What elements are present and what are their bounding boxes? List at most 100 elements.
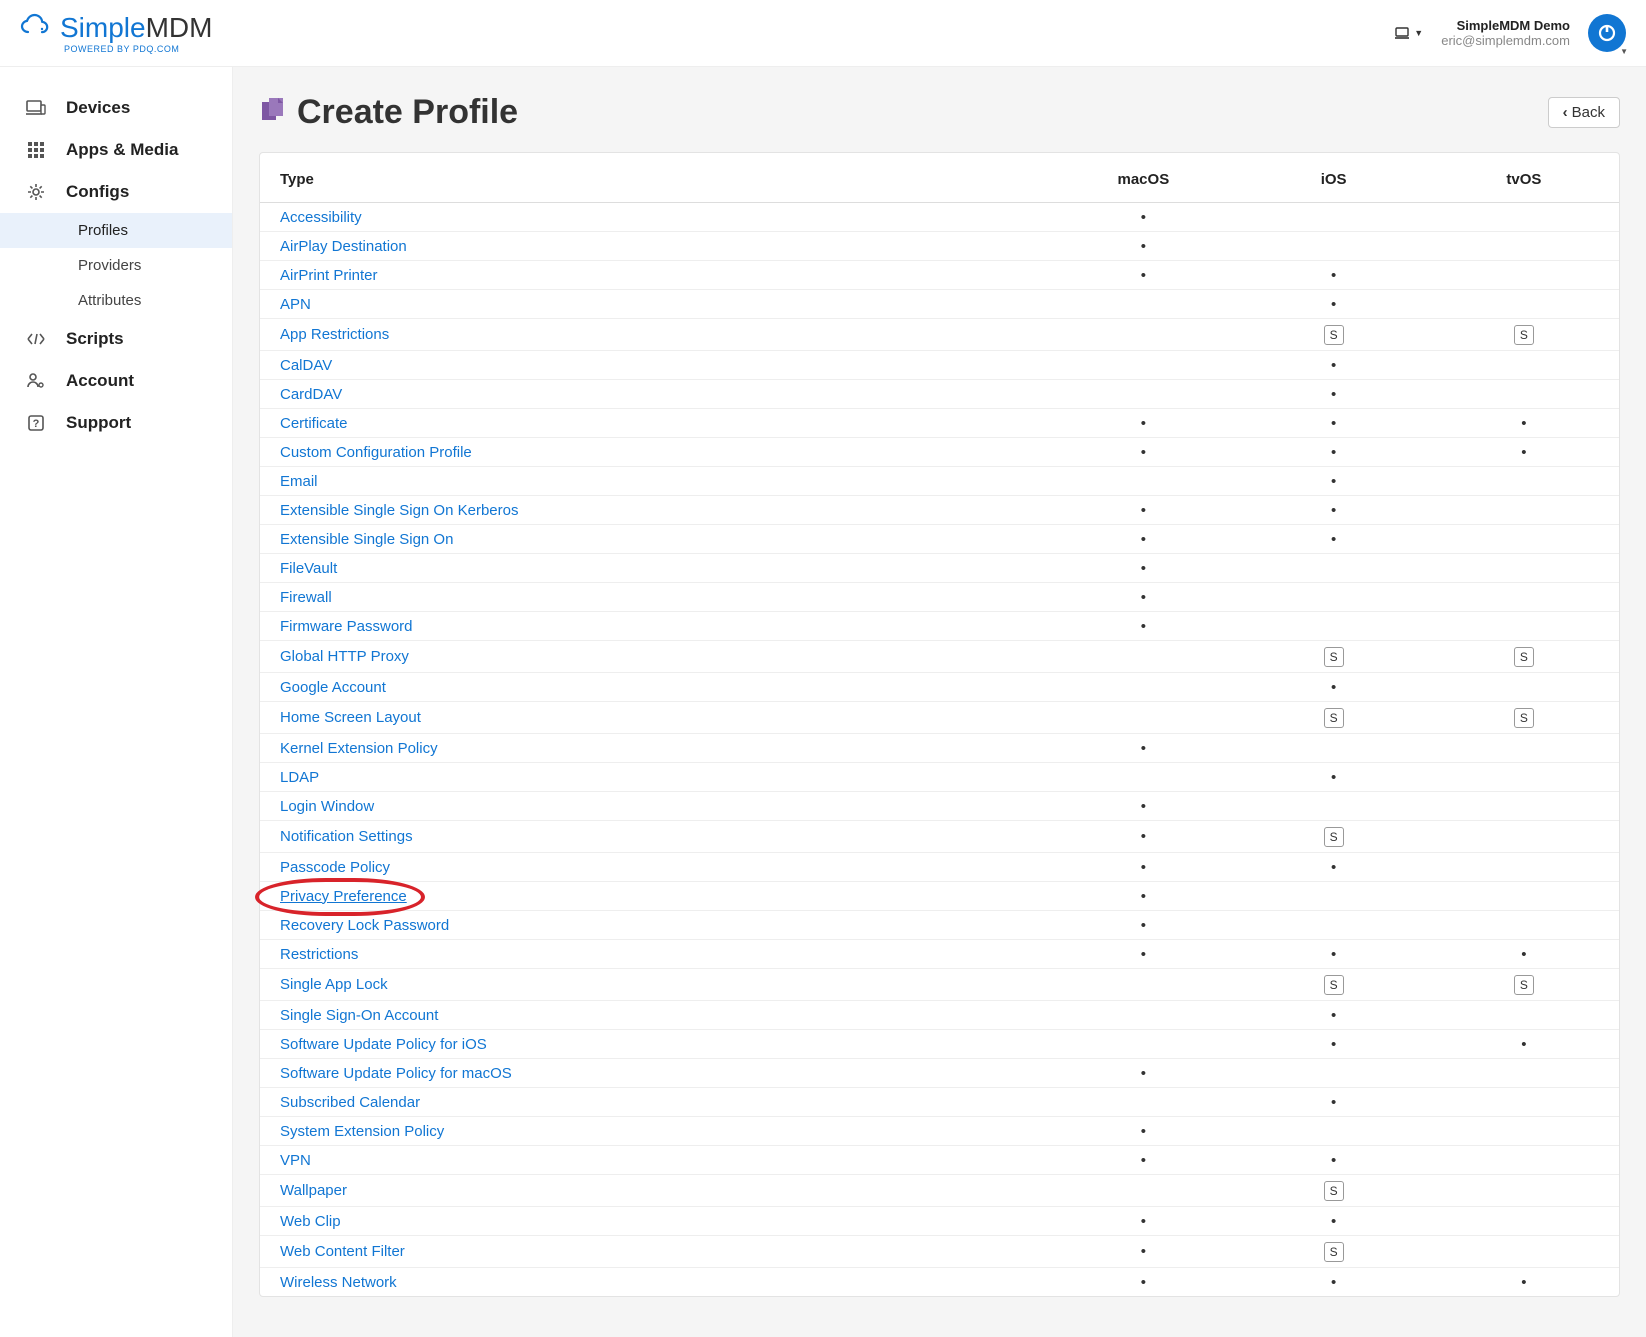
table-row: App RestrictionsSS (260, 319, 1619, 351)
profile-type-link[interactable]: Global HTTP Proxy (280, 648, 409, 665)
th-tvos: tvOS (1429, 153, 1619, 203)
sidebar-item-account[interactable]: Account (0, 360, 232, 402)
profile-type-link[interactable]: Google Account (280, 679, 386, 696)
back-button-label: Back (1572, 104, 1605, 121)
th-ios: iOS (1238, 153, 1428, 203)
svg-text:?: ? (33, 418, 40, 430)
table-row: CardDAV• (260, 380, 1619, 409)
sidebar-item-label: Configs (66, 182, 129, 202)
profile-type-link[interactable]: FileVault (280, 560, 337, 577)
supported-dot: • (1141, 531, 1146, 548)
supervised-badge: S (1324, 1181, 1344, 1201)
profile-type-link[interactable]: Web Clip (280, 1213, 341, 1230)
table-row: Firmware Password• (260, 612, 1619, 641)
profile-type-link[interactable]: LDAP (280, 769, 319, 786)
table-row: CalDAV • (260, 351, 1619, 380)
supervised-badge: S (1324, 975, 1344, 995)
profile-type-link[interactable]: Notification Settings (280, 828, 413, 845)
supported-dot: • (1521, 444, 1526, 461)
sidebar-sub-attributes[interactable]: Attributes (0, 283, 232, 318)
table-row: Software Update Policy for macOS • (260, 1059, 1619, 1088)
table-row: Recovery Lock Password• (260, 911, 1619, 940)
sidebar-item-configs[interactable]: Configs (0, 171, 232, 213)
supported-dot: • (1141, 828, 1146, 845)
profile-type-link[interactable]: Wallpaper (280, 1182, 347, 1199)
profile-type-link[interactable]: Single Sign-On Account (280, 1007, 438, 1024)
profile-type-link[interactable]: Passcode Policy (280, 859, 390, 876)
supported-dot: • (1141, 238, 1146, 255)
profile-icon (259, 96, 287, 129)
user-name: SimpleMDM Demo (1441, 18, 1570, 33)
table-row: Wireless Network••• (260, 1268, 1619, 1297)
back-button[interactable]: ‹ Back (1548, 97, 1620, 128)
sidebar-item-apps[interactable]: Apps & Media (0, 129, 232, 171)
table-row: Web Clip•• (260, 1207, 1619, 1236)
profile-type-link[interactable]: Single App Lock (280, 976, 388, 993)
profile-type-link[interactable]: Wireless Network (280, 1274, 397, 1291)
chevron-left-icon: ‹ (1563, 104, 1568, 121)
supported-dot: • (1141, 502, 1146, 519)
profile-type-link[interactable]: VPN (280, 1152, 311, 1169)
profile-type-link[interactable]: Software Update Policy for iOS (280, 1036, 487, 1053)
profile-type-link[interactable]: Accessibility (280, 209, 362, 226)
supported-dot: • (1141, 1213, 1146, 1230)
table-row: Home Screen LayoutSS (260, 702, 1619, 734)
sidebar-item-scripts[interactable]: Scripts (0, 318, 232, 360)
devices-icon (24, 100, 48, 116)
brand-mdm-text: MDM (146, 12, 213, 43)
supervised-badge: S (1324, 325, 1344, 345)
supported-dot: • (1331, 1036, 1336, 1053)
profile-type-link[interactable]: Custom Configuration Profile (280, 444, 472, 461)
power-menu[interactable]: ▼ (1588, 14, 1626, 52)
profile-type-link[interactable]: Extensible Single Sign On (280, 531, 453, 548)
profile-type-link[interactable]: Privacy Preference (280, 888, 407, 905)
profile-type-link[interactable]: Firmware Password (280, 618, 413, 635)
supported-dot: • (1331, 1007, 1336, 1024)
supported-dot: • (1141, 798, 1146, 815)
table-row: Single App LockSS (260, 969, 1619, 1001)
brand-logo[interactable]: SimpleMDM POWERED BY PDQ.COM (20, 12, 212, 54)
profile-type-link[interactable]: APN (280, 296, 311, 313)
profile-type-link[interactable]: Home Screen Layout (280, 709, 421, 726)
notifications-menu[interactable]: ▼ (1393, 24, 1423, 42)
brand-powered-text: POWERED BY PDQ.COM (64, 44, 179, 54)
profile-type-link[interactable]: AirPlay Destination (280, 238, 407, 255)
profile-type-link[interactable]: Extensible Single Sign On Kerberos (280, 502, 518, 519)
supported-dot: • (1521, 1036, 1526, 1053)
profile-type-link[interactable]: CalDAV (280, 357, 332, 374)
table-row: AirPlay Destination • (260, 232, 1619, 261)
profile-type-link[interactable]: Firewall (280, 589, 332, 606)
sidebar-sub-providers[interactable]: Providers (0, 248, 232, 283)
th-type: Type (260, 153, 1048, 203)
profile-type-link[interactable]: System Extension Policy (280, 1123, 444, 1140)
supported-dot: • (1141, 1065, 1146, 1082)
profile-type-link[interactable]: Restrictions (280, 946, 358, 963)
profile-type-link[interactable]: App Restrictions (280, 326, 389, 343)
supported-dot: • (1141, 1152, 1146, 1169)
sidebar-item-label: Support (66, 413, 131, 433)
supported-dot: • (1331, 473, 1336, 490)
profile-type-link[interactable]: Web Content Filter (280, 1243, 405, 1260)
profile-type-link[interactable]: Certificate (280, 415, 348, 432)
supported-dot: • (1141, 740, 1146, 757)
supported-dot: • (1331, 357, 1336, 374)
profile-type-link[interactable]: Software Update Policy for macOS (280, 1065, 512, 1082)
sidebar-sub-profiles[interactable]: Profiles (0, 213, 232, 248)
supported-dot: • (1521, 415, 1526, 432)
profile-type-link[interactable]: Kernel Extension Policy (280, 740, 438, 757)
sidebar-item-devices[interactable]: Devices (0, 87, 232, 129)
sidebar-item-support[interactable]: ? Support (0, 402, 232, 444)
profile-type-link[interactable]: Subscribed Calendar (280, 1094, 420, 1111)
supported-dot: • (1141, 946, 1146, 963)
profile-type-link[interactable]: Email (280, 473, 318, 490)
profile-type-link[interactable]: CardDAV (280, 386, 342, 403)
profile-type-link[interactable]: AirPrint Printer (280, 267, 378, 284)
supported-dot: • (1141, 560, 1146, 577)
table-row: Certificate••• (260, 409, 1619, 438)
account-icon (24, 372, 48, 390)
profile-type-link[interactable]: Login Window (280, 798, 374, 815)
supported-dot: • (1141, 1243, 1146, 1260)
page-title: Create Profile (297, 93, 518, 132)
profile-type-link[interactable]: Recovery Lock Password (280, 917, 449, 934)
sidebar-item-label: Devices (66, 98, 130, 118)
